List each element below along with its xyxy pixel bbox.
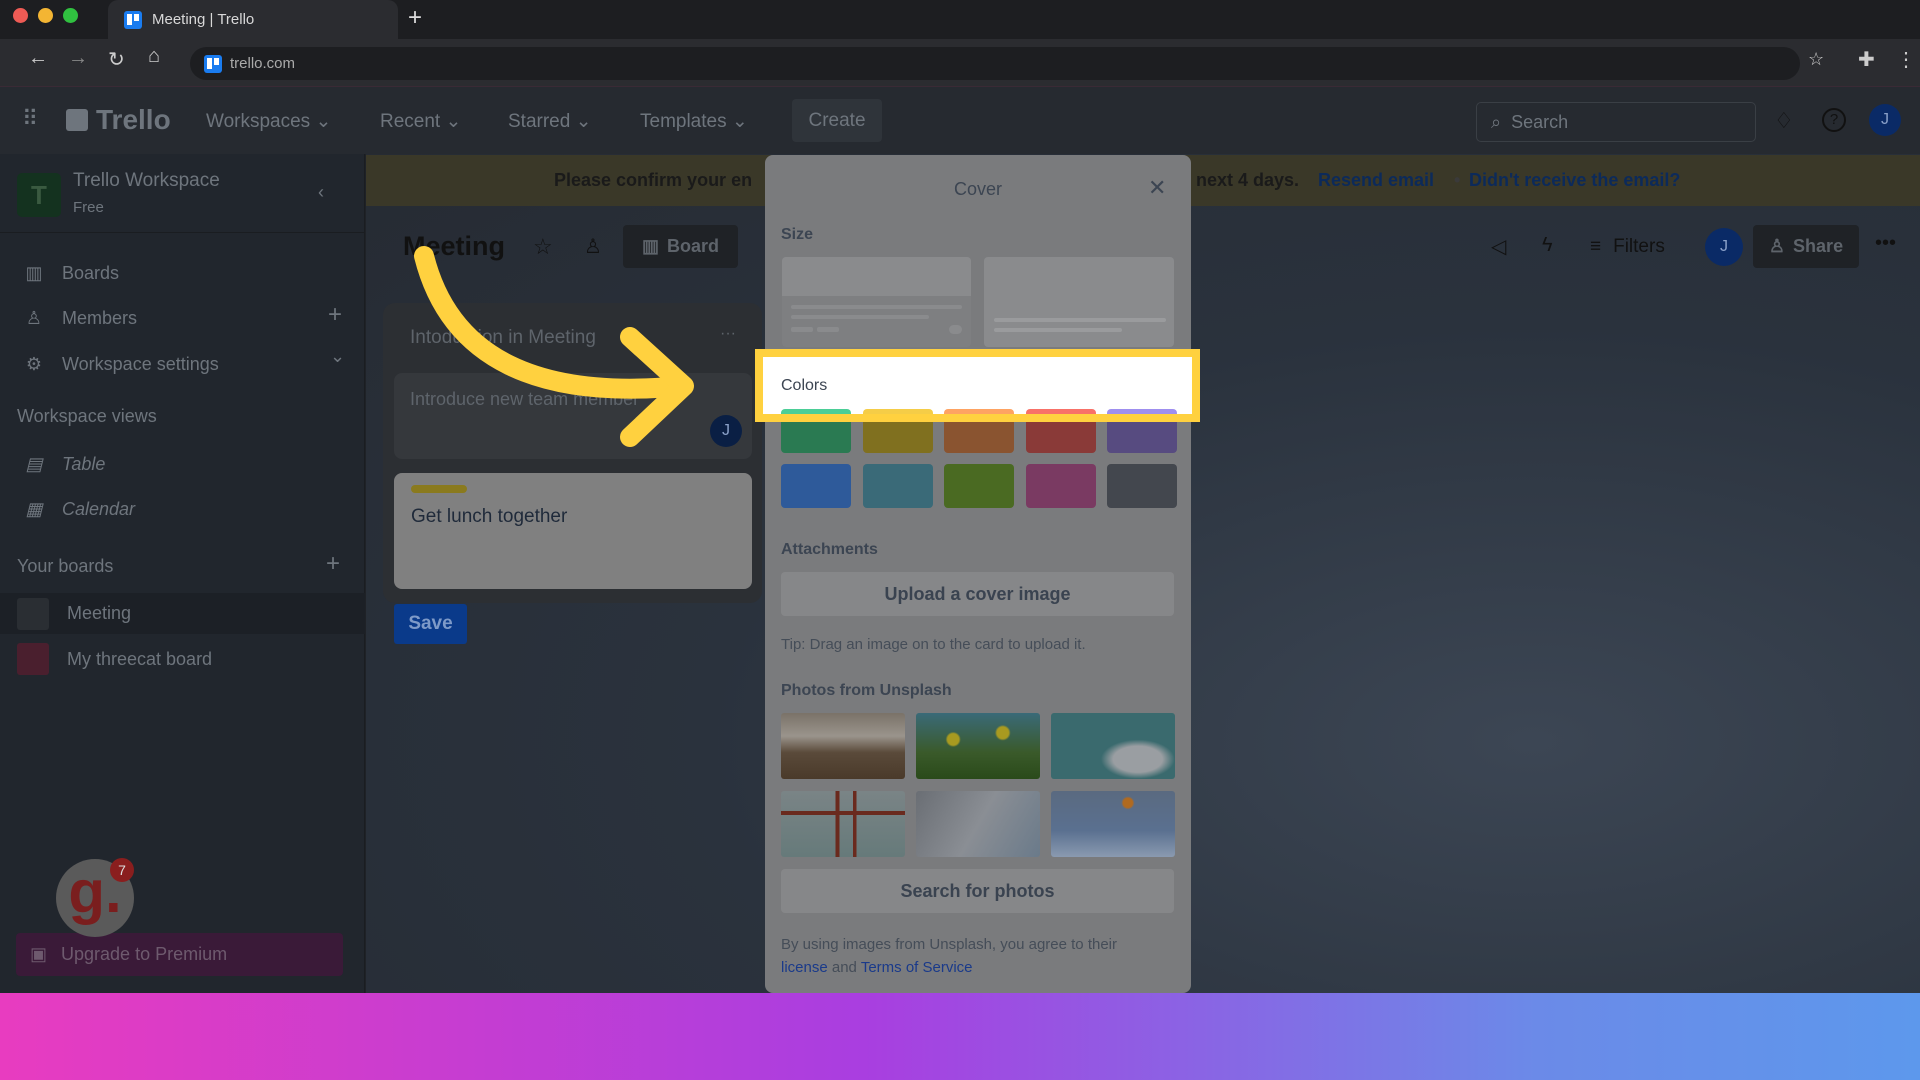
bottom-gradient-bar (0, 993, 1920, 1080)
annotation-arrow-icon (414, 246, 694, 447)
arrow-shaft (414, 246, 692, 399)
